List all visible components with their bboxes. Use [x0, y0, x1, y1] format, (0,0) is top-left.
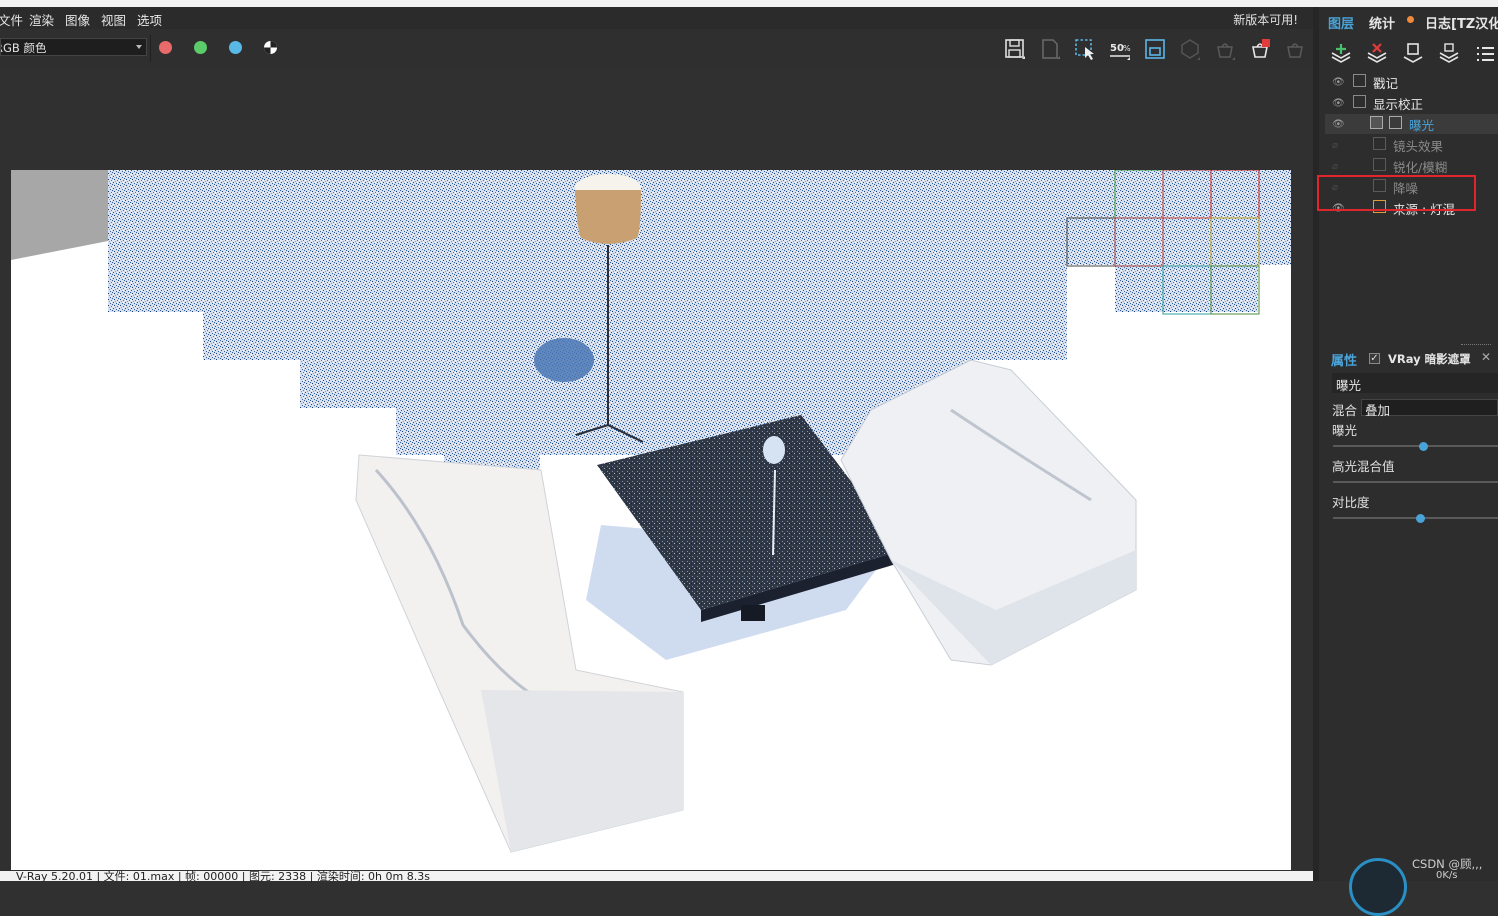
channel-select[interactable]: RGB 颜色 — [0, 38, 147, 56]
curve-icon — [1353, 95, 1366, 108]
contrast-slider-knob[interactable] — [1415, 513, 1425, 523]
log-warning-dot — [1407, 16, 1414, 23]
layer-list-icon[interactable] — [1473, 42, 1497, 66]
layer-row-exposure[interactable]: 👁 曝光 — [1325, 114, 1498, 134]
blend-mode-select[interactable]: 叠加 — [1361, 399, 1498, 418]
svg-text:50: 50 — [1110, 43, 1124, 54]
menu-view[interactable]: 视图 — [101, 10, 126, 29]
contrast-label: 对比度 — [1332, 495, 1370, 510]
tab-log[interactable]: 日志[TZ汉化 — [1425, 13, 1498, 32]
layer-row-lens-effects[interactable]: ⌀ 镜头效果 — [1325, 135, 1498, 155]
exposure-slider-knob[interactable] — [1419, 441, 1429, 451]
pendant-lamp — [763, 436, 785, 464]
tab-layers[interactable]: 图层 — [1328, 13, 1354, 32]
menu-options[interactable]: 选项 — [137, 10, 162, 29]
lamp-shade — [575, 190, 641, 244]
eye-icon[interactable]: 👁 — [1332, 98, 1345, 109]
lens-icon — [1373, 137, 1386, 150]
coffee-table-leg — [741, 605, 765, 621]
layer-label: 锐化/模糊 — [1393, 160, 1448, 175]
save-icon[interactable] — [1003, 37, 1027, 61]
close-icon[interactable]: ✕ — [1481, 350, 1491, 364]
clone-image-icon[interactable] — [1038, 37, 1062, 61]
menu-file[interactable]: 文件 — [0, 10, 23, 29]
red-channel-button[interactable] — [159, 41, 172, 54]
highlight-annotation — [1317, 175, 1476, 211]
layer-label: 镜头效果 — [1393, 139, 1444, 154]
blue-channel-button[interactable] — [229, 41, 242, 54]
network-gauge — [1349, 858, 1407, 916]
window-top-edge — [0, 0, 1498, 7]
eye-icon[interactable]: 👁 — [1332, 77, 1345, 88]
delete-layer-icon[interactable] — [1365, 42, 1389, 66]
update-available-notice[interactable]: 新版本可用! — [1233, 11, 1298, 28]
frame-icon[interactable] — [1143, 37, 1167, 61]
svg-text:%: % — [1123, 44, 1131, 53]
status-text: V-Ray 5.20.01 | 文件: 01.max | 帧: 00000 | … — [16, 870, 430, 883]
layer-label: 显示校正 — [1373, 97, 1424, 112]
tab-stats[interactable]: 统计 — [1369, 13, 1395, 32]
lamp-shadow — [534, 338, 594, 382]
section-header: 曝光 — [1332, 373, 1498, 393]
render-teapot-disabled-icon[interactable] — [1213, 37, 1237, 61]
toolbar-divider — [150, 35, 151, 62]
exposure-icon — [1389, 116, 1402, 129]
eye-hidden-icon[interactable]: ⌀ — [1332, 140, 1338, 151]
blend-mode-value: 叠加 — [1365, 403, 1391, 418]
blend-label: 混合 — [1332, 403, 1358, 418]
section-title: 曝光 — [1336, 378, 1362, 393]
status-bar: V-Ray 5.20.01 | 文件: 01.max | 帧: 00000 | … — [0, 870, 1313, 883]
render-image — [11, 170, 1291, 870]
layer-label: 戳记 — [1373, 76, 1399, 91]
save-layers-icon[interactable] — [1401, 42, 1425, 66]
checkbox-icon[interactable]: ✓ — [1369, 353, 1380, 364]
eye-hidden-icon[interactable]: ⌀ — [1332, 161, 1338, 172]
render-scene — [11, 170, 1291, 853]
highlight-burn-label: 高光混合值 — [1332, 459, 1395, 474]
tab-vray-ao[interactable]: VRay 暗影遮罩 — [1388, 351, 1471, 367]
layers-panel: 图层 统计 日志[TZ汉化 👁 戳记 👁 显示校正 👁 曝光 ⌀ 镜头效果 ⌀ … — [1319, 7, 1498, 881]
layer-row-display-correction[interactable]: 👁 显示校正 — [1325, 93, 1498, 113]
menu-render[interactable]: 渲染 — [29, 10, 54, 29]
layer-label: 曝光 — [1409, 118, 1435, 133]
network-speed: 0K/s — [1436, 870, 1458, 881]
zoom-50-icon[interactable]: 50 % — [1108, 37, 1132, 61]
chevron-down-icon — [136, 45, 142, 49]
layer-row-stamp[interactable]: 👁 戳记 — [1325, 72, 1498, 92]
mask-icon — [1370, 116, 1383, 129]
stop-render-icon[interactable] — [1248, 37, 1272, 61]
eye-icon[interactable]: 👁 — [1332, 119, 1345, 130]
contrast-slider[interactable] — [1333, 513, 1498, 523]
sharpen-icon — [1373, 158, 1386, 171]
tab-properties[interactable]: 属性 — [1331, 350, 1357, 369]
add-layer-icon[interactable] — [1329, 42, 1353, 66]
stamp-icon — [1353, 74, 1366, 87]
menu-image[interactable]: 图像 — [65, 10, 90, 29]
exposure-slider[interactable] — [1333, 441, 1498, 451]
region-render-icon[interactable] — [1073, 37, 1097, 61]
render-teapot-icon[interactable] — [1283, 37, 1307, 61]
alpha-channel-icon[interactable] — [263, 40, 278, 55]
menu-bar: 文件 渲染 图像 视图 选项 新版本可用! — [0, 7, 1318, 29]
layer-row-sharpen-blur[interactable]: ⌀ 锐化/模糊 — [1325, 156, 1498, 176]
exposure-label: 曝光 — [1332, 423, 1358, 438]
left-sofa-arm — [481, 690, 683, 852]
channel-select-value: RGB 颜色 — [0, 41, 47, 55]
track-mouse-icon[interactable] — [1178, 37, 1202, 61]
load-layers-icon[interactable] — [1437, 42, 1461, 66]
panel-resize-handle[interactable] — [1461, 344, 1491, 347]
green-channel-button[interactable] — [194, 41, 207, 54]
highlight-burn-slider[interactable] — [1333, 481, 1498, 483]
